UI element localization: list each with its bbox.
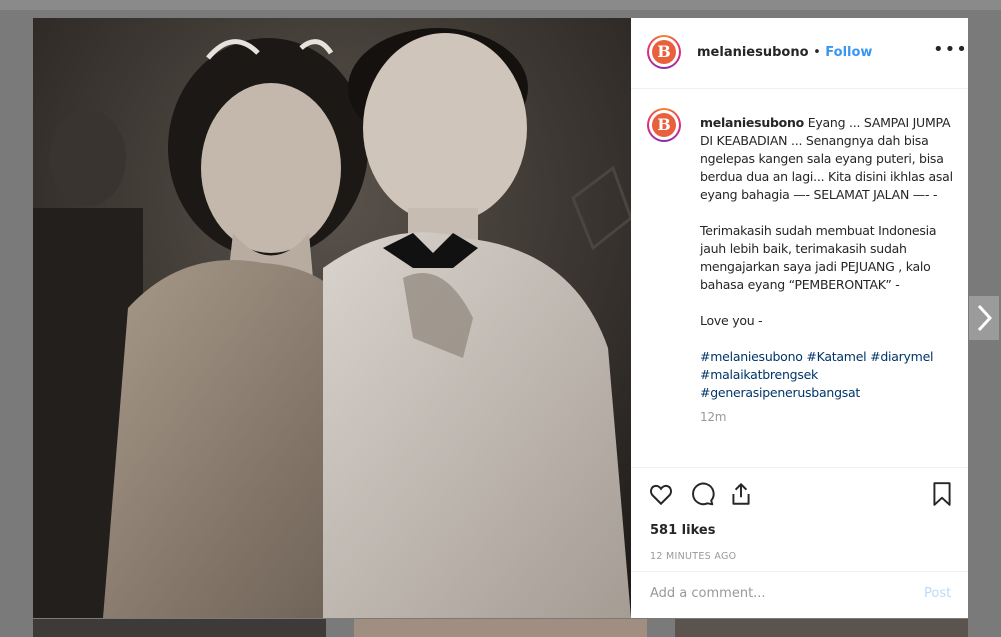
share-icon[interactable]: [728, 481, 754, 507]
bookmark-icon[interactable]: [929, 481, 955, 507]
add-comment-bar: Add a comment... Post: [631, 571, 968, 619]
follow-button[interactable]: Follow: [825, 45, 872, 60]
related-post-thumbnail[interactable]: [33, 619, 326, 637]
header-user-line: melaniesubono • Follow: [697, 45, 872, 60]
likes-count[interactable]: 581 likes: [650, 523, 715, 538]
more-options-icon[interactable]: •••: [933, 41, 967, 60]
hashtag-line[interactable]: #malaikatbrengsek: [700, 366, 954, 384]
next-post-button[interactable]: [969, 296, 999, 340]
username-link[interactable]: melaniesubono: [697, 45, 809, 60]
post-header: B melaniesubono • Follow •••: [631, 18, 968, 89]
post-comment-button[interactable]: Post: [924, 586, 951, 601]
caption: melaniesubono Eyang ... SAMPAI JUMPA DI …: [700, 114, 954, 426]
caption-time: 12m: [700, 410, 727, 424]
post-panel: B melaniesubono • Follow ••• B melaniesu…: [631, 18, 968, 618]
related-post-thumbnail[interactable]: [354, 619, 647, 637]
hashtag-line[interactable]: #melaniesubono #Katamel #diarymel: [700, 348, 954, 366]
caption-text: Eyang ... SAMPAI JUMPA DI KEABADIAN ... …: [700, 115, 953, 328]
backdrop-top: [0, 0, 1001, 10]
related-post-thumbnail[interactable]: [675, 619, 968, 637]
caption-username[interactable]: melaniesubono: [700, 115, 804, 130]
caption-avatar[interactable]: B: [647, 108, 681, 142]
post-photo[interactable]: [33, 18, 631, 618]
comment-icon[interactable]: [689, 481, 715, 507]
chevron-right-icon: [977, 304, 993, 332]
separator-dot: •: [813, 45, 821, 60]
avatar[interactable]: B: [647, 35, 681, 69]
avatar-logo: B: [652, 40, 676, 64]
heart-icon[interactable]: [648, 481, 674, 507]
posted-time[interactable]: 12 MINUTES AGO: [650, 551, 736, 562]
photo-image: [33, 18, 631, 618]
comments-area[interactable]: B melaniesubono Eyang ... SAMPAI JUMPA D…: [631, 89, 968, 467]
comment-input[interactable]: Add a comment...: [650, 586, 766, 601]
hashtag-line[interactable]: #generasipenerusbangsat: [700, 384, 954, 402]
action-bar: 581 likes 12 MINUTES AGO: [631, 467, 968, 580]
avatar-logo: B: [652, 113, 676, 137]
